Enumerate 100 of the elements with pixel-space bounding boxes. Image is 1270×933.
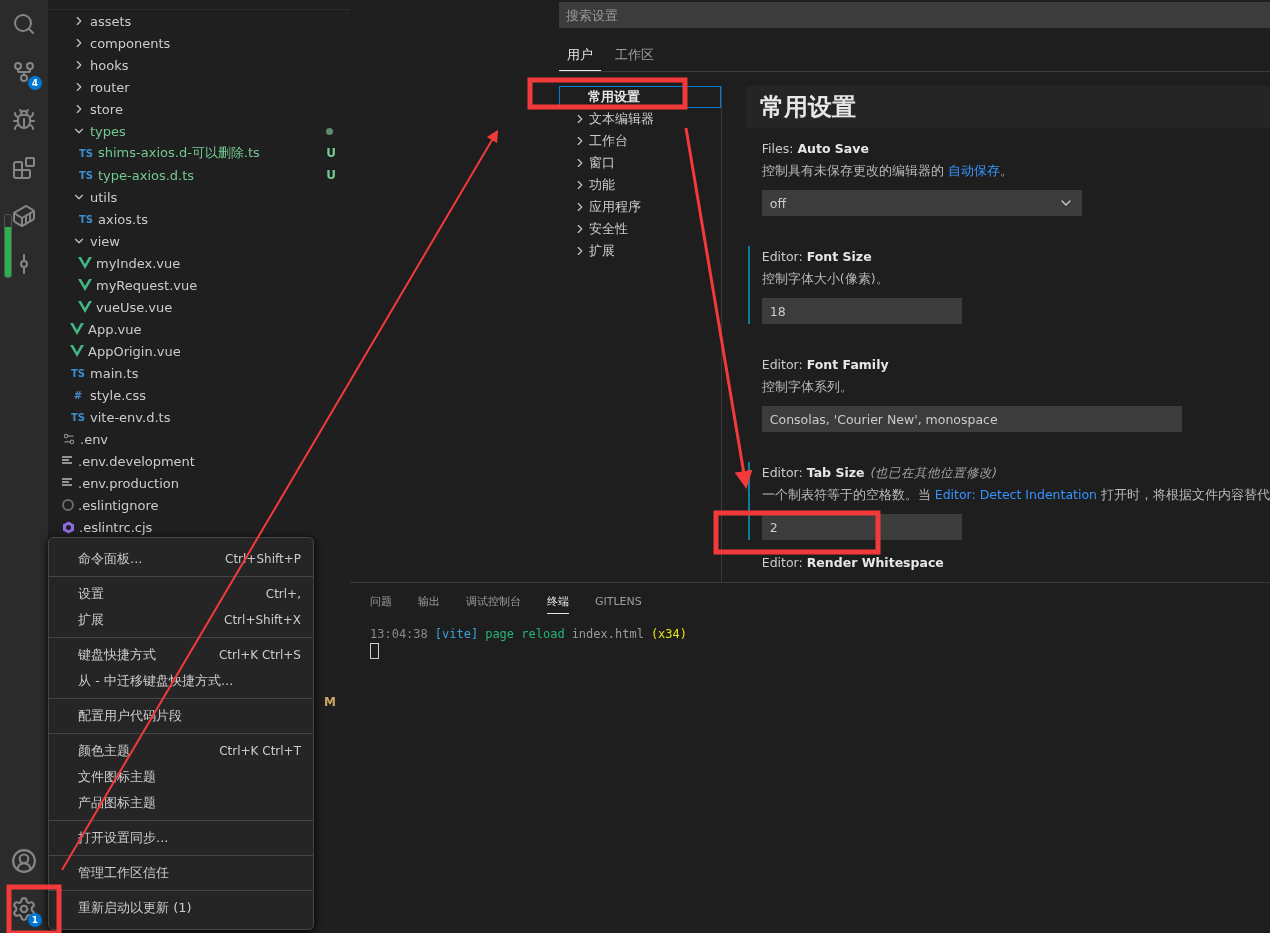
menu-item[interactable]: 重新启动以更新 (1) (49, 895, 313, 921)
file-row[interactable]: TS vite-env.d.ts (48, 406, 350, 428)
section-heading: 常用设置 (745, 86, 1270, 128)
lines-icon (62, 478, 74, 488)
panel-tab[interactable]: GITLENS (595, 589, 642, 613)
shortcut-text: Ctrl+K Ctrl+S (218, 648, 301, 662)
folder-row[interactable]: router (48, 76, 350, 98)
count-badge: 1 (28, 913, 42, 927)
circle-icon (62, 499, 74, 511)
ts-file-icon: TS (78, 169, 94, 181)
toc-item[interactable]: 窗口 (559, 152, 721, 174)
tab[interactable]: 工作区 (607, 42, 662, 71)
tab[interactable]: 用户 (559, 42, 601, 71)
file-row[interactable]: TS type-axios.d.ts U (48, 164, 350, 186)
toc-item[interactable]: 文本编辑器 (559, 108, 721, 130)
file-name: .env.production (78, 475, 180, 491)
dropdown[interactable]: off (761, 190, 1082, 216)
file-name: .eslintrc.cjs (79, 519, 154, 535)
ts-file-icon: TS (70, 367, 86, 379)
file-row[interactable]: # style.css (48, 384, 350, 406)
file-row[interactable]: vueUse.vue (48, 296, 350, 318)
file-row[interactable]: .env.production (48, 472, 350, 494)
file-row[interactable]: myIndex.vue (48, 252, 350, 274)
file-row[interactable]: TS shims-axios.d-可以删除.ts U (48, 142, 350, 164)
panel-tab[interactable]: 问题 (370, 588, 392, 614)
folder-row[interactable]: store (48, 98, 350, 120)
setting-description: 控制字体大小(像素)。 (761, 270, 890, 288)
file-row[interactable]: .eslintrc.cjs (48, 516, 350, 538)
menu-item[interactable]: 颜色主题 Ctrl+K Ctrl+T (49, 738, 313, 764)
search-field[interactable]: 搜索设置 (559, 2, 1270, 28)
file-name: store (90, 101, 124, 117)
setting-title: Files: Auto Save (761, 140, 870, 158)
folder-row[interactable]: hooks (48, 54, 350, 76)
file-name: router (90, 79, 131, 95)
menu-item[interactable]: 扩展 Ctrl+Shift+X (49, 607, 313, 633)
shortcut-text: Ctrl+Shift+X (224, 613, 301, 627)
ts-file-icon: TS (78, 147, 94, 159)
file-row[interactable]: TS axios.ts (48, 208, 350, 230)
vue-logo-icon (70, 345, 84, 357)
file-name: vite-env.d.ts (90, 409, 172, 425)
toc-item[interactable]: 常用设置 (559, 86, 721, 108)
toc-item[interactable]: 应用程序 (559, 196, 721, 218)
menu-item[interactable]: 键盘快捷方式 Ctrl+K Ctrl+S (49, 642, 313, 668)
panel-tab[interactable]: 终端 (547, 588, 569, 614)
file-name: vueUse.vue (96, 299, 174, 315)
file-name: axios.ts (98, 211, 149, 227)
file-row[interactable]: myRequest.vue (48, 274, 350, 296)
shortcut-text: Ctrl+, (265, 587, 301, 601)
file-name: view (90, 233, 121, 249)
file-name: hooks (90, 57, 130, 73)
file-row[interactable]: AppOrigin.vue (48, 340, 350, 362)
setting-title: Editor: Tab Size (也已在其他位置修改) (761, 464, 999, 482)
setting-description: 控制具有未保存更改的编辑器的 自动保存。 (761, 162, 1014, 180)
setting-title: Editor: Font Family (761, 356, 890, 374)
setting-title: Editor: Render Whitespace (761, 554, 945, 572)
menu-item[interactable]: 管理工作区信任 (49, 860, 313, 886)
hexagon-icon (62, 520, 75, 534)
shortcut-text: Ctrl+K Ctrl+T (219, 744, 301, 758)
toc-item[interactable]: 功能 (559, 174, 721, 196)
input-field[interactable]: 2 (761, 514, 962, 540)
ts-file-icon: TS (70, 411, 86, 423)
folder-row[interactable]: view (48, 230, 350, 252)
file-name: App.vue (88, 321, 143, 337)
setting-link[interactable]: 自动保存 (947, 163, 1000, 178)
file-row[interactable]: .eslintignore (48, 494, 350, 516)
setting-description: 控制字体系列。 (761, 378, 854, 396)
panel-tab[interactable]: 输出 (418, 588, 440, 614)
toc-item[interactable]: 安全性 (559, 218, 721, 240)
file-name: components (90, 35, 172, 51)
toc-item[interactable]: 工作台 (559, 130, 721, 152)
folder-row[interactable]: assets (48, 10, 350, 32)
file-row[interactable]: .env (48, 428, 350, 450)
annotation-box (6, 884, 62, 933)
panel-tab[interactable]: 调试控制台 (466, 588, 521, 614)
git-status: U (326, 168, 336, 182)
file-row[interactable]: .env.development (48, 450, 350, 472)
menu-item[interactable]: 设置 Ctrl+, (49, 581, 313, 607)
file-name: myIndex.vue (96, 255, 182, 271)
input-field[interactable]: 18 (761, 298, 962, 324)
file-name: AppOrigin.vue (88, 343, 182, 359)
setting-link[interactable]: Editor: Detect Indentation (934, 487, 1097, 502)
file-name: .eslintignore (78, 497, 160, 513)
vue-logo-icon (78, 257, 92, 269)
file-name: main.ts (90, 365, 140, 381)
file-name: style.css (90, 387, 147, 403)
input-field[interactable]: Consolas, 'Courier New', monospace (761, 406, 1182, 432)
file-row[interactable]: App.vue (48, 318, 350, 340)
file-name: myRequest.vue (96, 277, 199, 293)
file-name: assets (90, 13, 133, 29)
file-row[interactable]: TS main.ts (48, 362, 350, 384)
git-status: U (326, 146, 336, 160)
folder-row[interactable]: utils (48, 186, 350, 208)
git-status: M (324, 695, 336, 709)
toc-item[interactable]: 扩展 (559, 240, 721, 262)
terminal-output: 13:04:38 [vite] page reload index.html (x34) (370, 627, 688, 641)
folder-row[interactable]: components (48, 32, 350, 54)
folder-row[interactable]: types (48, 120, 350, 142)
setting-description: 一个制表符等于的空格数。当 Editor: Detect Indentation 打开时，将根据文件内容替代 (761, 486, 1270, 504)
file-name: utils (90, 189, 119, 205)
file-name: .env (80, 431, 110, 447)
